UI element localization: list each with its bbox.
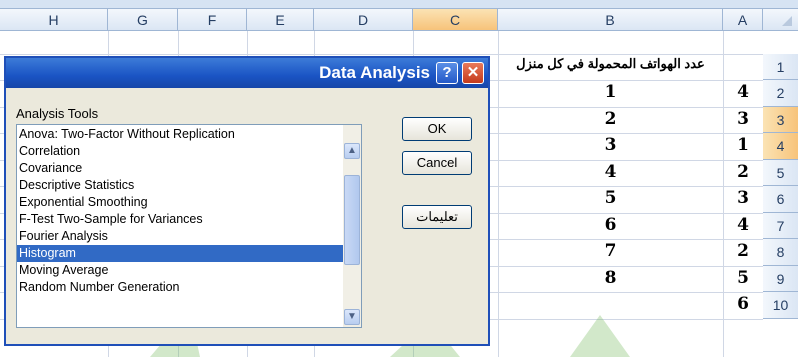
select-all-corner[interactable] (763, 9, 798, 31)
cell-a8[interactable]: 2 (723, 241, 763, 261)
cell-b8[interactable]: 7 (498, 241, 723, 261)
analysis-tools-label: Analysis Tools (16, 106, 99, 121)
cell-a4[interactable]: 1 (723, 135, 763, 155)
row-header[interactable]: 9 (763, 266, 798, 292)
row-header[interactable]: 10 (763, 292, 798, 319)
scroll-thumb[interactable] (344, 175, 360, 265)
column-header-c[interactable]: C (413, 9, 498, 31)
scroll-down-icon[interactable]: ▼ (344, 309, 360, 325)
cell-b1[interactable]: عدد الهواتف المحمولة في كل منزل (498, 56, 723, 72)
cell-a6[interactable]: 3 (723, 188, 763, 208)
gridline (0, 54, 763, 55)
list-item-selected[interactable]: Histogram (17, 245, 343, 262)
cell-a2[interactable]: 4 (723, 82, 763, 102)
list-item[interactable]: Random Number Generation (17, 279, 343, 296)
cell-b4[interactable]: 3 (498, 135, 723, 155)
data-analysis-dialog: Data Analysis ? ✕ Analysis Tools Anova: … (4, 56, 490, 346)
cell-a10[interactable]: 6 (723, 294, 763, 314)
cell-b2[interactable]: 1 (498, 82, 723, 102)
list-item[interactable]: Anova: Two-Factor Without Replication (17, 126, 343, 143)
close-icon[interactable]: ✕ (462, 62, 484, 84)
list-item[interactable]: Fourier Analysis (17, 228, 343, 245)
row-header[interactable]: 2 (763, 80, 798, 107)
cell-a3[interactable]: 3 (723, 109, 763, 129)
list-item[interactable]: Moving Average (17, 262, 343, 279)
help-icon[interactable]: ? (436, 62, 458, 84)
row-header[interactable]: 3 (763, 107, 798, 133)
cell-a9[interactable]: 5 (723, 268, 763, 288)
row-header[interactable]: 7 (763, 213, 798, 239)
column-header-h[interactable]: H (0, 9, 108, 31)
cell-b3[interactable]: 2 (498, 109, 723, 129)
cell-b6[interactable]: 5 (498, 188, 723, 208)
cell-b7[interactable]: 6 (498, 215, 723, 235)
list-item[interactable]: F-Test Two-Sample for Variances (17, 211, 343, 228)
row-header[interactable]: 4 (763, 133, 798, 160)
row-header[interactable]: 6 (763, 186, 798, 213)
cancel-button[interactable]: Cancel (402, 151, 472, 175)
toolbar-strip (0, 0, 798, 9)
help-button[interactable]: تعليمات (402, 205, 472, 229)
dialog-title: Data Analysis (319, 63, 430, 82)
column-header-f[interactable]: F (178, 9, 247, 31)
cell-b9[interactable]: 8 (498, 268, 723, 288)
column-header-b[interactable]: B (498, 9, 723, 31)
row-header[interactable]: 5 (763, 160, 798, 186)
cell-a7[interactable]: 4 (723, 215, 763, 235)
row-header[interactable]: 1 (763, 54, 798, 80)
column-header-d[interactable]: D (314, 9, 413, 31)
scroll-up-icon[interactable]: ▲ (344, 143, 360, 159)
dialog-titlebar[interactable]: Data Analysis ? ✕ (6, 58, 488, 88)
list-item[interactable]: Correlation (17, 143, 343, 160)
analysis-tools-list[interactable]: Anova: Two-Factor Without Replication Co… (16, 124, 362, 328)
list-item[interactable]: Exponential Smoothing (17, 194, 343, 211)
cell-b5[interactable]: 4 (498, 162, 723, 182)
column-header-g[interactable]: G (108, 9, 178, 31)
spreadsheet: H G F E D C B A 1 2 3 4 5 6 7 8 9 10 عدد… (0, 0, 798, 357)
list-item[interactable]: Covariance (17, 160, 343, 177)
column-header-a[interactable]: A (723, 9, 763, 31)
list-item[interactable]: Descriptive Statistics (17, 177, 343, 194)
cell-a5[interactable]: 2 (723, 162, 763, 182)
list-scrollbar[interactable]: ▲ ▼ (343, 125, 361, 327)
row-header[interactable]: 8 (763, 239, 798, 266)
column-header-e[interactable]: E (247, 9, 314, 31)
ok-button[interactable]: OK (402, 117, 472, 141)
